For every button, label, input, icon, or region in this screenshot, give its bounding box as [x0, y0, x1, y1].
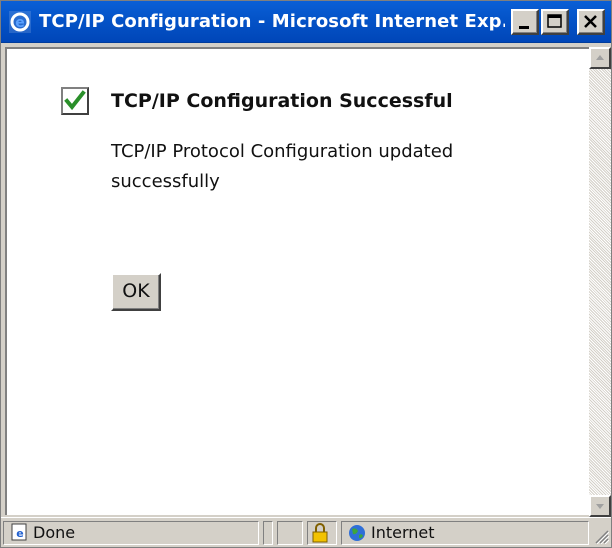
svg-text:e: e — [15, 15, 25, 31]
status-message: TCP/IP Protocol Configuration updated su… — [111, 141, 454, 192]
arrow-up-icon — [596, 55, 604, 60]
close-button[interactable] — [577, 9, 605, 35]
scroll-up-button[interactable] — [589, 47, 611, 69]
status-panel-blank — [277, 521, 303, 545]
padlock-icon — [312, 523, 328, 543]
window-title: TCP/IP Configuration - Microsoft Interne… — [39, 11, 505, 32]
maximize-icon — [547, 14, 562, 28]
success-indicator — [61, 87, 89, 115]
ok-button[interactable]: OK — [111, 273, 161, 311]
vertical-scrollbar[interactable] — [589, 47, 611, 517]
maximize-button[interactable] — [541, 9, 569, 35]
security-zone-label: Internet — [371, 523, 435, 542]
minimize-icon — [519, 26, 529, 29]
status-bar: e Done Internet — [1, 517, 611, 547]
arrow-down-icon — [596, 504, 604, 509]
browser-popup-window: e TCP/IP Configuration - Microsoft Inter… — [0, 0, 612, 548]
scroll-down-button[interactable] — [589, 495, 611, 517]
title-bar[interactable]: e TCP/IP Configuration - Microsoft Inter… — [1, 1, 611, 43]
minimize-button[interactable] — [511, 9, 539, 35]
page-title: TCP/IP Configuration Successful — [111, 90, 453, 112]
close-icon — [584, 15, 597, 28]
status-text: Done — [33, 523, 76, 542]
svg-text:e: e — [16, 527, 23, 540]
checkmark-icon — [64, 90, 86, 111]
page-content: TCP/IP Configuration Successful TCP/IP P… — [5, 47, 589, 515]
globe-icon — [349, 525, 365, 541]
internet-explorer-icon: e — [9, 11, 31, 33]
resize-grip-icon[interactable] — [593, 528, 609, 544]
page-icon: e — [11, 523, 27, 541]
status-panel-progress — [263, 521, 273, 545]
